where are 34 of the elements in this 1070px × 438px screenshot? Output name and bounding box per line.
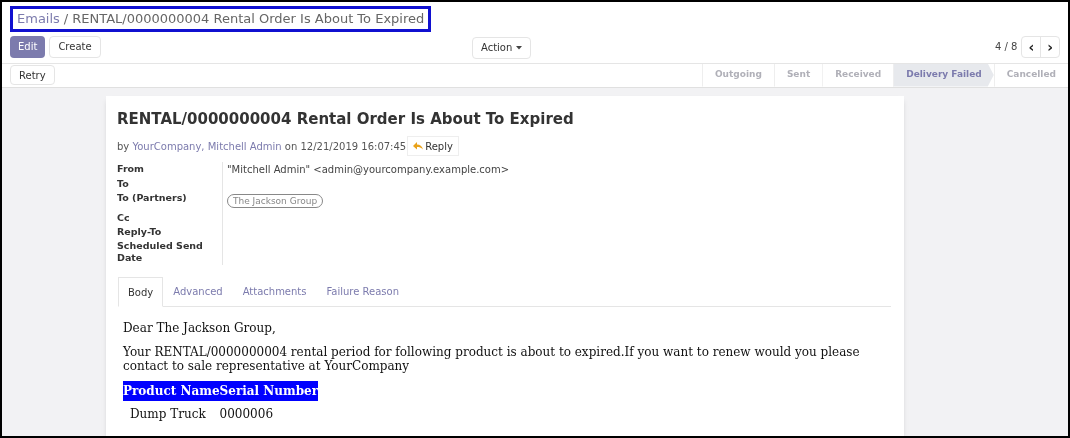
next-button[interactable]: › <box>1040 36 1059 57</box>
field-label: To <box>117 177 130 191</box>
field-label: Scheduled Send Date <box>117 239 204 265</box>
breadcrumb-current: RENTAL/0000000004 Rental Order Is About To Expired <box>72 10 425 28</box>
retry-button[interactable]: Retry <box>10 65 55 85</box>
field-label: Cc <box>117 211 131 225</box>
tab[interactable]: Advanced <box>163 277 233 306</box>
author-link[interactable]: YourCompany, Mitchell Admin <box>132 140 282 152</box>
field-value: "Mitchell Admin" <admin@yourcompany.example.com> <box>227 164 510 175</box>
message-subject: RENTAL/0000000004 Rental Order Is About To Expired <box>117 108 575 130</box>
field-label: To (Partners) <box>117 191 188 205</box>
tab[interactable]: Failure Reason <box>316 277 410 306</box>
message-byline: by YourCompany, Mitchell Admin on 12/21/2019 16:07:45 <box>117 139 407 154</box>
create-button[interactable]: Create <box>49 35 101 58</box>
table-cell: Dump Truck <box>123 401 220 423</box>
field-label: Reply-To <box>117 225 163 239</box>
caret-icon <box>516 45 523 50</box>
tab[interactable]: Attachments <box>232 277 317 306</box>
breadcrumb-link[interactable]: Emails <box>17 9 60 29</box>
status-stage[interactable]: Delivery Failed <box>893 63 994 87</box>
table-cell: 0000006 <box>219 401 318 423</box>
greeting-text: Dear The Jackson Group, <box>123 320 277 337</box>
tab[interactable]: Body <box>118 277 164 307</box>
breadcrumb-separator: / <box>63 10 69 28</box>
action-dropdown[interactable]: Action <box>472 36 532 59</box>
edit-button[interactable]: Edit <box>10 35 46 58</box>
field-label: From <box>117 162 145 176</box>
previous-button[interactable]: ‹ <box>1022 36 1041 57</box>
reply-arrow-icon <box>413 142 424 150</box>
body-paragraph: Your RENTAL/0000000004 rental period for following product is about to expired.If you want to renew would you please contact to sale representative at YourCompany <box>123 345 861 373</box>
column-header: Serial Number <box>219 381 318 401</box>
reply-button[interactable]: Reply <box>407 136 459 156</box>
pager-counter: 4 / 8 <box>995 40 1018 54</box>
column-header: Product Name <box>123 381 220 401</box>
